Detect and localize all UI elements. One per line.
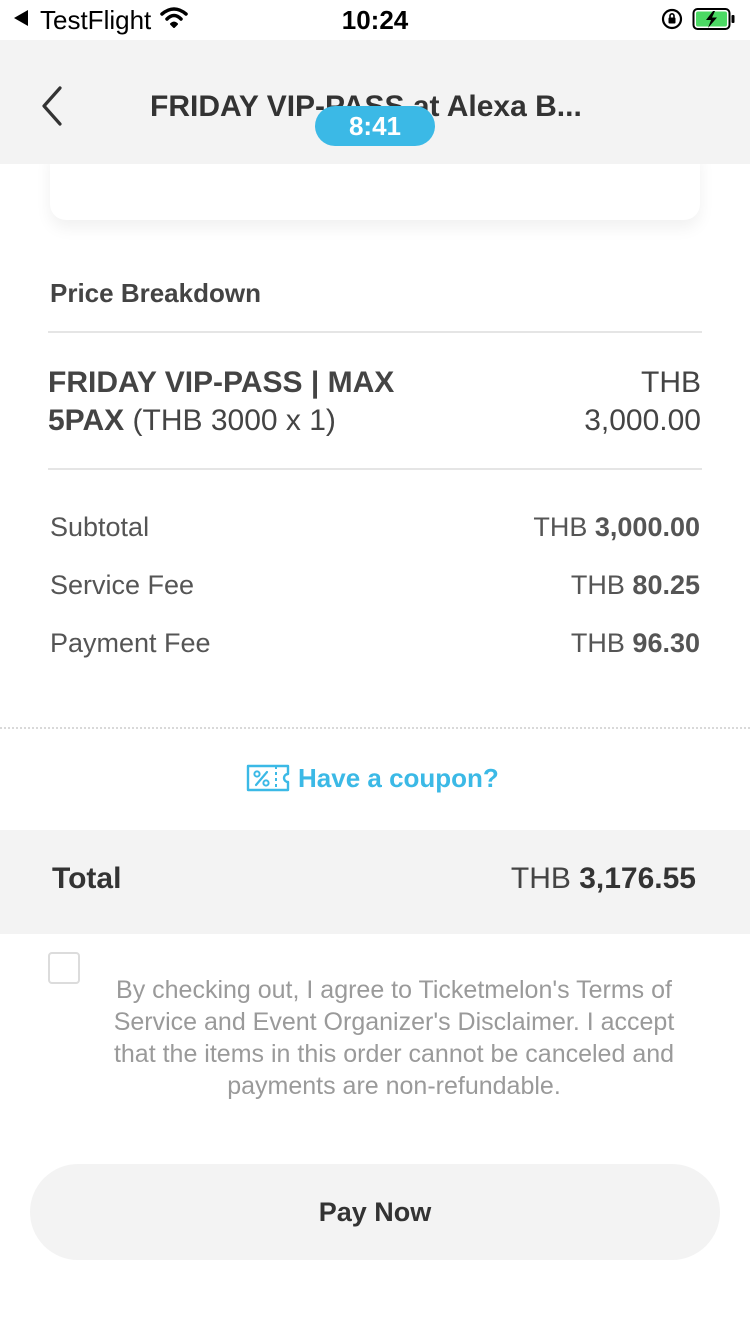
payment-fee-amount: 96.30 (632, 628, 700, 658)
total-section: Total THB 3,176.55 (0, 830, 750, 934)
status-time: 10:24 (341, 5, 409, 35)
total-value: THB 3,176.55 (511, 862, 696, 896)
subtotal-value: THB 3,000.00 (533, 512, 700, 543)
pay-now-button[interactable]: Pay Now (30, 1164, 720, 1260)
subtotal-label: Subtotal (50, 512, 150, 542)
ticket-quantity-detail: (THB 3000 x 1) (132, 404, 336, 437)
battery-charging-icon (692, 8, 735, 30)
rotation-lock-icon (661, 8, 683, 30)
subtotal-row: Subtotal THB 3,000.00 (50, 512, 700, 548)
price-breakdown-heading: Price Breakdown (50, 278, 261, 308)
terms-text: By checking out, I agree to Ticketmelon'… (113, 976, 675, 1100)
subtotal-currency: THB (533, 512, 588, 542)
total-currency: THB (510, 862, 571, 895)
countdown-timer-badge: 8:41 (315, 106, 435, 146)
coupon-label[interactable]: Have a coupon? (298, 763, 499, 794)
coupon-percent-icon (246, 764, 290, 792)
payment-fee-currency: THB (570, 628, 625, 658)
total-label: Total (52, 862, 122, 895)
payment-fee-value: THB 96.30 (571, 628, 700, 659)
ticket-price-amount: 3,000.00 (584, 404, 701, 437)
ticket-item-price: THB 3,000.00 (500, 364, 701, 440)
service-fee-amount: 80.25 (632, 570, 700, 600)
service-fee-value: THB 80.25 (571, 570, 700, 601)
ticket-item-name: FRIDAY VIP-PASS | MAX 5PAX (THB 3000 x 1… (48, 364, 468, 440)
payment-fee-row: Payment Fee THB 96.30 (50, 628, 700, 664)
status-bar: TestFlight 10:24 (0, 0, 750, 40)
coupon-link[interactable]: Have a coupon? (246, 760, 499, 796)
chevron-left-icon[interactable] (36, 84, 72, 128)
subtotal-amount: 3,000.00 (594, 512, 700, 542)
divider (48, 331, 702, 333)
terms-checkbox[interactable] (48, 952, 80, 984)
ticket-price-currency: THB (641, 366, 701, 399)
divider (48, 468, 702, 470)
service-fee-row: Service Fee THB 80.25 (50, 570, 700, 606)
section-separator (0, 727, 750, 729)
payment-fee-label: Payment Fee (50, 628, 211, 658)
service-fee-currency: THB (570, 570, 625, 600)
total-amount: 3,176.55 (579, 862, 696, 895)
service-fee-label: Service Fee (50, 570, 195, 600)
